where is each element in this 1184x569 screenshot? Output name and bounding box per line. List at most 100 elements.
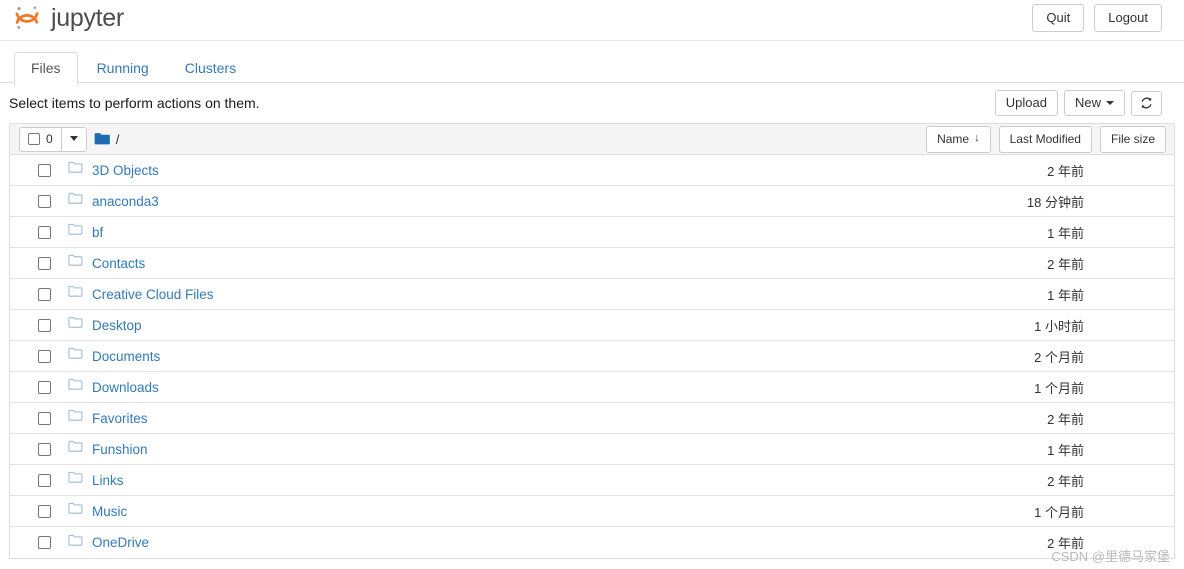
file-link[interactable]: Contacts [92, 256, 145, 271]
table-row[interactable]: Favorites 2 年前 [10, 403, 1174, 434]
row-checkbox[interactable] [38, 349, 51, 363]
header-divider [0, 40, 1184, 41]
folder-icon [68, 223, 83, 241]
tab-clusters[interactable]: Clusters [168, 52, 253, 86]
folder-icon [68, 502, 83, 520]
row-modified: 2 个月前 [1034, 349, 1084, 365]
file-list-panel: 0 / Name ↓ Last Modified File size 3D Ob… [9, 123, 1175, 559]
jupyter-brand[interactable]: jupyter [12, 3, 124, 33]
folder-icon [68, 347, 83, 365]
tab-files[interactable]: Files [14, 52, 78, 86]
new-dropdown-label: New [1074, 95, 1101, 110]
folder-icon [68, 285, 83, 303]
table-row[interactable]: 3D Objects 2 年前 [10, 155, 1174, 186]
row-checkbox[interactable] [38, 473, 51, 487]
table-row[interactable]: Funshion 1 年前 [10, 434, 1174, 465]
refresh-icon [1140, 96, 1153, 112]
logout-button[interactable]: Logout [1094, 4, 1162, 32]
row-modified: 1 小时前 [1034, 318, 1084, 334]
jupyter-logo-icon [12, 3, 42, 33]
row-modified: 2 年前 [1047, 411, 1084, 427]
row-modified: 1 个月前 [1034, 504, 1084, 520]
file-list-toolbar-left: 0 / [19, 126, 120, 152]
sort-button-group: Name ↓ Last Modified File size [926, 125, 1166, 153]
breadcrumb[interactable]: / [94, 131, 120, 147]
folder-icon [68, 440, 83, 458]
sort-by-modified-button[interactable]: Last Modified [998, 125, 1092, 153]
app-header: jupyter Quit Logout [0, 0, 1184, 41]
header-button-group: Quit Logout [1032, 4, 1162, 32]
file-link[interactable]: Documents [92, 349, 160, 364]
file-link[interactable]: anaconda3 [92, 194, 159, 209]
table-row[interactable]: Music 1 个月前 [10, 496, 1174, 527]
row-modified: 1 年前 [1047, 287, 1084, 303]
row-modified: 2 年前 [1047, 536, 1084, 551]
tab-list: Files Running Clusters [14, 51, 1184, 86]
tab-running[interactable]: Running [80, 52, 166, 86]
row-modified: 1 个月前 [1034, 380, 1084, 396]
table-row[interactable]: Creative Cloud Files 1 年前 [10, 279, 1174, 310]
file-link[interactable]: Favorites [92, 411, 148, 426]
table-row[interactable]: Downloads 1 个月前 [10, 372, 1174, 403]
row-modified: 2 年前 [1047, 163, 1084, 179]
folder-icon [68, 409, 83, 427]
table-row[interactable]: Documents 2 个月前 [10, 341, 1174, 372]
file-link[interactable]: bf [92, 225, 103, 240]
file-link[interactable]: Desktop [92, 318, 142, 333]
table-row[interactable]: OneDrive 2 年前 [10, 527, 1174, 558]
row-checkbox[interactable] [38, 411, 51, 425]
refresh-button[interactable] [1131, 90, 1162, 116]
file-link[interactable]: Funshion [92, 442, 148, 457]
file-link[interactable]: Downloads [92, 380, 159, 395]
table-row[interactable]: bf 1 年前 [10, 217, 1174, 248]
folder-icon [68, 316, 83, 334]
row-checkbox[interactable] [38, 194, 51, 208]
selected-count: 0 [46, 131, 53, 146]
folder-icon [68, 471, 83, 489]
row-checkbox[interactable] [38, 256, 51, 270]
chevron-down-icon [69, 136, 78, 141]
row-modified: 2 年前 [1047, 256, 1084, 272]
action-row: Select items to perform actions on them.… [0, 83, 1184, 123]
row-modified: 1 年前 [1047, 225, 1084, 241]
arrow-down-icon: ↓ [974, 132, 980, 144]
file-link[interactable]: Music [92, 504, 127, 519]
sort-name-label: Name [937, 131, 970, 146]
row-checkbox[interactable] [38, 225, 51, 239]
sort-by-name-button[interactable]: Name ↓ [926, 125, 991, 153]
quit-button[interactable]: Quit [1032, 4, 1085, 32]
new-dropdown-button[interactable]: New [1063, 90, 1125, 116]
row-checkbox[interactable] [38, 380, 51, 394]
select-menu-button[interactable] [60, 126, 87, 152]
upload-button[interactable]: Upload [994, 90, 1058, 116]
main-tabbar: Files Running Clusters [0, 51, 1184, 86]
breadcrumb-path: / [115, 131, 120, 147]
folder-icon [68, 161, 83, 179]
folder-icon [68, 254, 83, 272]
folder-icon [68, 378, 83, 396]
folder-icon [94, 132, 111, 146]
table-row[interactable]: Links 2 年前 [10, 465, 1174, 496]
row-checkbox[interactable] [38, 536, 51, 549]
row-checkbox[interactable] [38, 442, 51, 456]
file-link[interactable]: OneDrive [92, 535, 149, 550]
file-link[interactable]: 3D Objects [92, 163, 159, 178]
file-link[interactable]: Links [92, 473, 124, 488]
row-checkbox[interactable] [38, 504, 51, 518]
table-row[interactable]: Contacts 2 年前 [10, 248, 1174, 279]
row-modified: 2 年前 [1047, 473, 1084, 489]
row-checkbox[interactable] [38, 163, 51, 177]
selection-hint-text: Select items to perform actions on them. [9, 95, 260, 111]
file-link[interactable]: Creative Cloud Files [92, 287, 214, 302]
file-rows: 3D Objects 2 年前 anaconda3 18 分钟前 bf 1 年前 Conta… [10, 155, 1174, 558]
sort-by-size-button[interactable]: File size [1099, 125, 1166, 153]
select-all-checkbox-icon[interactable] [28, 132, 40, 145]
row-checkbox[interactable] [38, 318, 51, 332]
select-all-group: 0 [19, 126, 87, 152]
table-row[interactable]: Desktop 1 小时前 [10, 310, 1174, 341]
row-checkbox[interactable] [38, 287, 51, 301]
row-modified: 1 年前 [1047, 442, 1084, 458]
chevron-down-icon [1106, 100, 1114, 105]
select-all-button[interactable]: 0 [19, 126, 61, 152]
table-row[interactable]: anaconda3 18 分钟前 [10, 186, 1174, 217]
